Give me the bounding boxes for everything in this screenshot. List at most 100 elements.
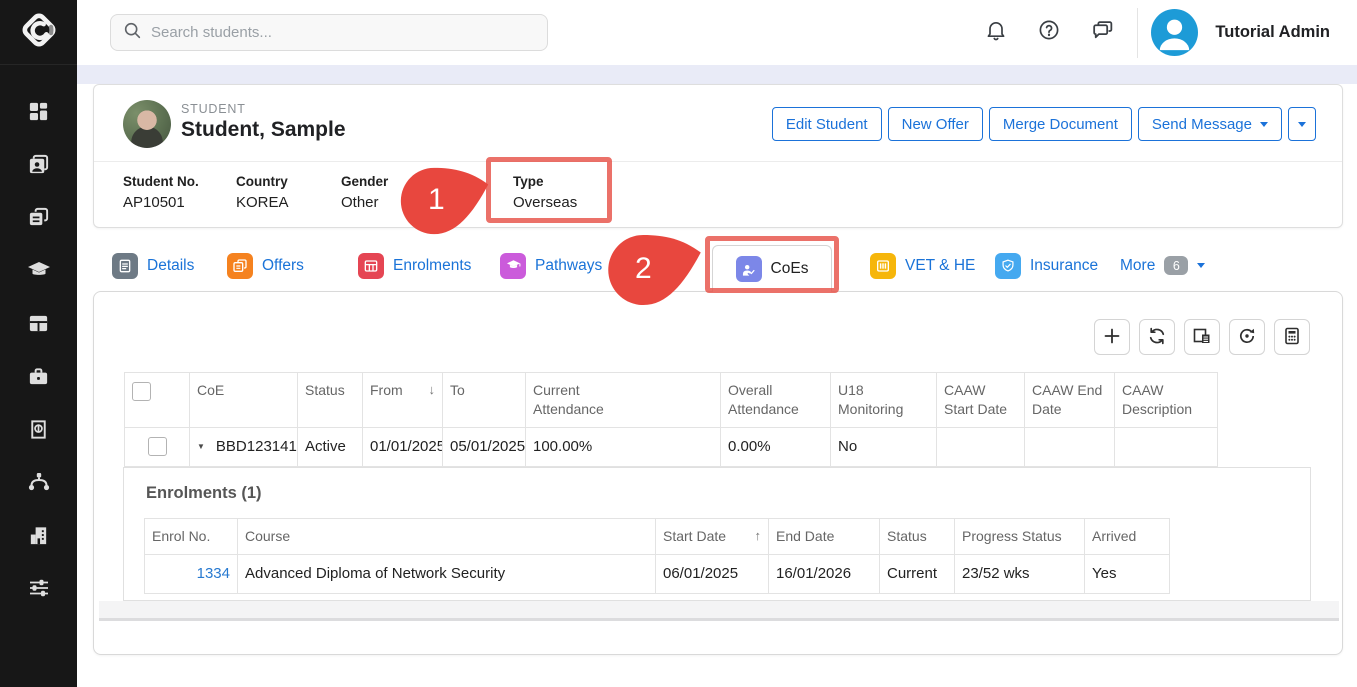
app-logo-icon: [18, 9, 60, 56]
coes-panel: CoE Status From↓ To Current Attendance O…: [93, 291, 1343, 655]
enrol-no-link[interactable]: 1334: [197, 565, 230, 582]
app-logo[interactable]: [0, 0, 77, 65]
sort-ascending-icon: ↑: [755, 527, 762, 545]
sidebar-item-services[interactable]: [17, 354, 61, 398]
col-header-arrived[interactable]: Arrived: [1085, 519, 1170, 555]
column-chooser-icon: [1192, 326, 1212, 349]
sidebar-item-offers[interactable]: [17, 195, 61, 239]
column-chooser-button[interactable]: [1184, 319, 1220, 355]
merge-document-button[interactable]: Merge Document: [989, 107, 1132, 141]
enrolments-tab-icon: [358, 253, 384, 279]
field-student-no: Student No. AP10501: [123, 162, 199, 211]
graduation-cap-icon: [27, 258, 51, 282]
send-message-button[interactable]: Send Message: [1138, 107, 1282, 141]
col-header-enrol-no[interactable]: Enrol No.: [145, 519, 238, 555]
building-icon: [27, 524, 50, 547]
col-header-caaw-description[interactable]: CAAW Description: [1115, 373, 1218, 428]
search-input[interactable]: [151, 24, 535, 41]
details-tab-icon: [112, 253, 138, 279]
sliders-icon: [27, 576, 51, 600]
sidebar-item-students[interactable]: [17, 142, 61, 186]
new-offer-button[interactable]: New Offer: [888, 107, 983, 141]
calculator-button[interactable]: [1274, 319, 1310, 355]
col-header-progress-status[interactable]: Progress Status: [955, 519, 1085, 555]
calculator-icon: [1282, 326, 1302, 349]
refresh-button[interactable]: [1139, 319, 1175, 355]
sort-descending-icon: ↓: [429, 381, 436, 399]
tab-bar: Details Offers Enrolments Pathways CoEs: [93, 240, 1343, 291]
tab-offers[interactable]: Offers: [227, 240, 304, 291]
layout-icon: [27, 312, 50, 335]
coe-detail-panel: Enrolments (1) Enrol No. Course Start Da…: [123, 467, 1311, 601]
user-name: Tutorial Admin: [1215, 23, 1330, 42]
tab-details[interactable]: Details: [112, 240, 194, 291]
field-country: Country KOREA: [236, 162, 289, 211]
chevron-down-icon: [1298, 122, 1306, 127]
tab-more[interactable]: More 6: [1120, 240, 1205, 291]
col-header-from[interactable]: From↓: [363, 373, 443, 428]
chevron-down-icon: [1260, 122, 1268, 127]
col-header-overall-attendance[interactable]: Overall Attendance: [721, 373, 831, 428]
student-card-icon: [27, 153, 50, 176]
sidebar-item-courses[interactable]: [17, 248, 61, 292]
field-gender: Gender Other: [341, 162, 388, 211]
col-header-u18-monitoring[interactable]: U18 Monitoring: [831, 373, 937, 428]
caaw-start-cell: [937, 427, 1025, 466]
dashboard-icon: [27, 100, 50, 123]
row-checkbox[interactable]: [148, 437, 167, 456]
tab-insurance[interactable]: Insurance: [995, 240, 1098, 291]
to-cell: 05/01/2025: [443, 427, 526, 466]
sidebar: [0, 0, 77, 687]
sidebar-item-campus[interactable]: [17, 513, 61, 557]
col-header-current-attendance[interactable]: Current Attendance: [526, 373, 721, 428]
row-select-cell: [125, 427, 190, 466]
caaw-end-cell: [1025, 427, 1115, 466]
end-date-cell: 16/01/2026: [769, 554, 880, 593]
col-header-end-date[interactable]: End Date: [769, 519, 880, 555]
u18-monitoring-cell: No: [831, 427, 937, 466]
more-actions-button[interactable]: [1288, 107, 1316, 141]
more-count-badge: 6: [1164, 256, 1188, 275]
insurance-tab-icon: [995, 253, 1021, 279]
tab-coes[interactable]: CoEs: [712, 245, 832, 292]
collapse-row-icon[interactable]: ▼: [197, 442, 205, 451]
select-all-checkbox[interactable]: [132, 382, 151, 401]
topbar-shadow-band: [77, 65, 1357, 84]
col-header-caaw-start[interactable]: CAAW Start Date: [937, 373, 1025, 428]
user-menu[interactable]: Tutorial Admin: [1151, 9, 1357, 56]
student-kicker: STUDENT: [181, 102, 246, 116]
col-header-coe[interactable]: CoE: [190, 373, 298, 428]
student-info-row: Student No. AP10501 Country KOREA Gender…: [94, 161, 1342, 227]
sidebar-item-agents[interactable]: [17, 460, 61, 504]
col-header-caaw-end[interactable]: CAAW End Date: [1025, 373, 1115, 428]
col-header-status[interactable]: Status: [298, 373, 363, 428]
enrol-no-cell: 1334: [145, 554, 238, 593]
enrolments-title: Enrolments (1): [146, 484, 262, 503]
coes-tab-icon: [736, 256, 762, 282]
status-cell: Active: [298, 427, 363, 466]
briefcase-icon: [27, 365, 50, 388]
grid-horizontal-scrollbar[interactable]: [99, 601, 1339, 621]
col-header-start-date[interactable]: Start Date↑: [656, 519, 769, 555]
course-cell: Advanced Diploma of Network Security: [238, 554, 656, 593]
tab-enrolments[interactable]: Enrolments: [358, 240, 471, 291]
history-button[interactable]: [1229, 319, 1265, 355]
tab-pathways[interactable]: Pathways: [500, 240, 602, 291]
sidebar-item-dashboard[interactable]: [17, 89, 61, 133]
edit-student-button[interactable]: Edit Student: [772, 107, 882, 141]
notifications-button[interactable]: [975, 12, 1017, 54]
add-coe-button[interactable]: [1094, 319, 1130, 355]
sidebar-item-finance[interactable]: [17, 407, 61, 451]
col-header-to[interactable]: To: [443, 373, 526, 428]
help-button[interactable]: [1028, 12, 1070, 54]
sidebar-item-classes[interactable]: [17, 301, 61, 345]
tab-vet-he[interactable]: VET & HE: [870, 240, 975, 291]
user-avatar-icon: [1151, 9, 1198, 56]
sidebar-item-settings[interactable]: [17, 566, 61, 610]
coe-grid-row: ▼ BBD123141 Active 01/01/2025 05/01/2025…: [125, 427, 1218, 466]
messages-button[interactable]: [1081, 12, 1123, 54]
col-header-course[interactable]: Course: [238, 519, 656, 555]
bell-icon: [984, 18, 1008, 47]
col-header-enrol-status[interactable]: Status: [880, 519, 955, 555]
coe-grid-header-row: CoE Status From↓ To Current Attendance O…: [125, 373, 1218, 428]
